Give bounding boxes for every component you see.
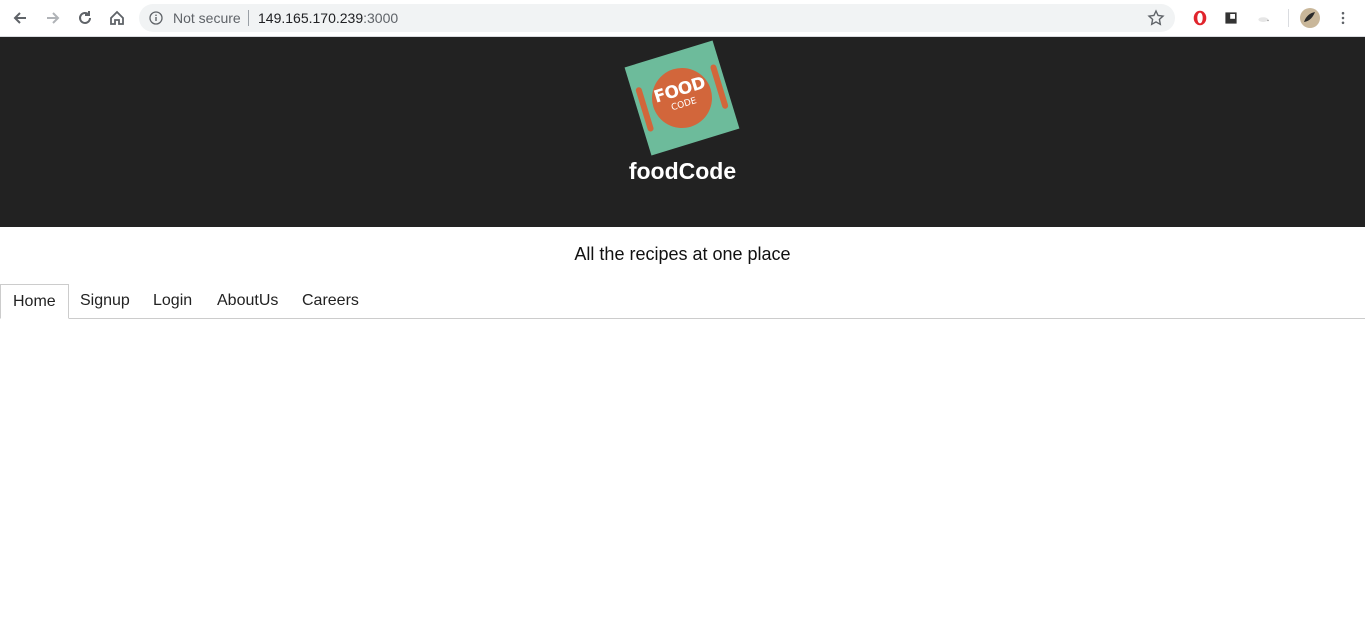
forward-arrow-icon: [47, 12, 60, 24]
site-header: FOOD CODE foodCode: [0, 37, 1365, 227]
tab-login[interactable]: Login: [153, 284, 192, 319]
cloud-extension-icon[interactable]: [1254, 8, 1274, 28]
tab-signup[interactable]: Signup: [80, 284, 130, 319]
url-host: 149.165.170.239: [258, 10, 364, 26]
url-port: :3000: [363, 10, 399, 26]
profile-avatar[interactable]: [1300, 8, 1320, 28]
forward-button[interactable]: [40, 5, 66, 31]
address-separator: [248, 10, 249, 26]
opera-extension-icon[interactable]: [1190, 8, 1210, 28]
foodcode-logo[interactable]: FOOD CODE: [624, 40, 740, 156]
home-icon: [110, 10, 124, 25]
tab-careers[interactable]: Careers: [302, 284, 359, 319]
site-title: foodCode: [628, 158, 737, 184]
address-bar[interactable]: Not secure 149.165.170.239:3000: [139, 4, 1175, 32]
tab-home[interactable]: Home: [0, 284, 69, 319]
info-icon[interactable]: [149, 11, 163, 25]
back-button[interactable]: [7, 5, 33, 31]
toolbar-divider: [1288, 9, 1289, 27]
extension-icon[interactable]: [1221, 8, 1241, 28]
tagline: All the recipes at one place: [574, 244, 791, 264]
tab-aboutus[interactable]: AboutUs: [217, 284, 278, 319]
reload-button[interactable]: [72, 5, 98, 31]
url-text[interactable]: 149.165.170.239:3000: [258, 10, 398, 26]
browser-menu-button[interactable]: [1333, 8, 1353, 28]
reload-icon: [79, 11, 91, 24]
security-status[interactable]: Not secure: [173, 10, 241, 26]
nav-tabs: Home Signup Login AboutUs Careers: [0, 284, 1365, 319]
home-button[interactable]: [104, 5, 130, 31]
more-vert-icon: [1341, 11, 1345, 25]
browser-toolbar: Not secure 149.165.170.239:3000: [0, 0, 1365, 37]
back-arrow-icon: [13, 12, 26, 24]
knife-shape: [709, 63, 729, 110]
bookmark-star-icon[interactable]: [1147, 9, 1165, 27]
